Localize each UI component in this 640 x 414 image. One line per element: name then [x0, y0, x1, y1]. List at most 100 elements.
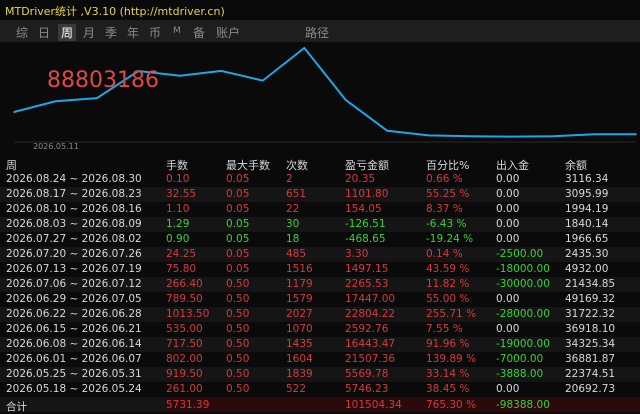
cell-pnl: 20.35 [345, 173, 376, 185]
cell-balance: 49169.32 [565, 293, 616, 305]
cell-balance: 36918.10 [565, 323, 616, 335]
cell-pnl: 154.05 [345, 203, 382, 215]
column-header-0[interactable]: 周 [6, 157, 17, 173]
cell-lots: 1013.50 [166, 308, 210, 320]
cell-pnl: -126.51 [345, 218, 386, 230]
cell-flow: 0.00 [496, 323, 520, 335]
balance-point-8 [344, 99, 347, 101]
table-row[interactable]: 2026.06.08 ~ 2026.06.14 717.50 0.50 1435 164… [0, 337, 640, 352]
cell-flow: -3888.00 [496, 368, 544, 380]
column-header-2[interactable]: 最大手数 [226, 157, 270, 173]
column-header-5[interactable]: 百分比% [426, 157, 469, 173]
cell-balance: 21434.85 [565, 278, 616, 290]
menu-item-6[interactable]: 币 [149, 24, 161, 41]
balance-point-10 [427, 134, 430, 137]
cell-pnl: 1497.15 [345, 263, 389, 275]
menu-item-7[interactable]: M [173, 26, 181, 36]
cell-lots: 802.00 [166, 353, 203, 365]
cell-flow: 0.00 [496, 173, 520, 185]
cell-max: 0.05 [226, 248, 250, 260]
cell-max: 0.50 [226, 353, 250, 365]
title-bar: MTDriver统计 ,V3.10 (http://mtdriver.cn) [0, 0, 640, 20]
table-row[interactable]: 2026.08.03 ~ 2026.08.09 1.29 0.05 30 -126.51… [0, 217, 640, 232]
cell-week: 2026.07.20 ~ 2026.07.26 [6, 248, 142, 260]
table-row[interactable]: 2026.07.20 ~ 2026.07.26 24.25 0.05 485 3.30 0… [0, 247, 640, 262]
cell-max: 0.50 [226, 338, 250, 350]
cell-week: 2026.06.01 ~ 2026.06.07 [6, 353, 142, 365]
cell-week: 2026.07.27 ~ 2026.08.02 [6, 233, 142, 245]
table-row[interactable]: 2026.06.15 ~ 2026.06.21 535.00 0.50 1070 259… [0, 322, 640, 337]
cell-pct: 255.71 % [426, 308, 477, 320]
balance-point-5 [220, 70, 223, 72]
cell-lots: 919.50 [166, 368, 203, 380]
cell-pct: -6.43 % [426, 218, 467, 230]
table-row[interactable]: 2026.06.22 ~ 2026.06.28 1013.50 0.50 2027 22… [0, 307, 640, 322]
cell-lots: 75.80 [166, 263, 197, 275]
cell-lots: 1.10 [166, 203, 190, 215]
table-row[interactable]: 2026.05.25 ~ 2026.05.31 919.50 0.50 1839 556… [0, 367, 640, 382]
cell-max: 0.05 [226, 233, 250, 245]
cell-flow: 0.00 [496, 293, 520, 305]
cell-lots: 24.25 [166, 248, 197, 260]
cell-count: 18 [286, 233, 300, 245]
total-pnl: 101504.34 [345, 399, 402, 411]
balance-point-14 [593, 133, 596, 136]
menu-item-2[interactable]: 周 [58, 24, 77, 41]
cell-pct: 55.00 % [426, 293, 470, 305]
cell-max: 0.05 [226, 173, 250, 185]
menu-item-10[interactable]: 路径 [305, 24, 329, 41]
cell-lots: 535.00 [166, 323, 203, 335]
cell-pct: 7.55 % [426, 323, 463, 335]
balance-chart [0, 42, 640, 154]
menu-item-4[interactable]: 季 [105, 24, 117, 41]
column-header-4[interactable]: 盈亏金额 [345, 157, 389, 173]
menu-item-9[interactable]: 账户 [216, 24, 240, 41]
cell-count: 2027 [286, 308, 313, 320]
table-row[interactable]: 2026.07.27 ~ 2026.08.02 0.90 0.05 18 -468.65… [0, 232, 640, 247]
cell-week: 2026.07.06 ~ 2026.07.12 [6, 278, 142, 290]
table-row[interactable]: 2026.06.29 ~ 2026.07.05 789.50 0.50 1579 174… [0, 292, 640, 307]
cell-pct: 33.14 % [426, 368, 470, 380]
cell-balance: 4932.00 [565, 263, 609, 275]
total-row: 合计 5731.39 101504.34 765.30 % -98388.00 [0, 398, 640, 413]
table-row[interactable]: 2026.08.17 ~ 2026.08.23 32.55 0.05 651 1101.… [0, 187, 640, 202]
column-header-6[interactable]: 出入金 [496, 157, 529, 173]
cell-flow: -30000.00 [496, 278, 550, 290]
menu-item-0[interactable]: 综 [16, 24, 28, 41]
cell-max: 0.50 [226, 383, 250, 395]
cell-pct: 11.82 % [426, 278, 470, 290]
cell-count: 651 [286, 188, 307, 200]
cell-pnl: 16443.47 [345, 338, 396, 350]
cell-max: 0.05 [226, 203, 250, 215]
column-header-7[interactable]: 余额 [565, 157, 587, 173]
cell-balance: 31722.32 [565, 308, 616, 320]
cell-count: 1179 [286, 278, 313, 290]
table-row[interactable]: 2026.08.10 ~ 2026.08.16 1.10 0.05 22 154.05 8… [0, 202, 640, 217]
table-row[interactable]: 2026.08.24 ~ 2026.08.30 0.10 0.05 2 20.35 0.6… [0, 172, 640, 187]
cell-count: 1579 [286, 293, 313, 305]
x-tick-label: 2026.05.11 [33, 142, 79, 151]
table-row[interactable]: 2026.07.13 ~ 2026.07.19 75.80 0.05 1516 1497… [0, 262, 640, 277]
total-lots: 5731.39 [166, 399, 210, 411]
cell-lots: 0.10 [166, 173, 190, 185]
cell-balance: 1966.65 [565, 233, 609, 245]
cell-week: 2026.08.10 ~ 2026.08.16 [6, 203, 142, 215]
cell-count: 1516 [286, 263, 313, 275]
balance-point-11 [469, 135, 471, 138]
cell-pnl: 22804.22 [345, 308, 396, 320]
cell-flow: -28000.00 [496, 308, 550, 320]
cell-week: 2026.08.24 ~ 2026.08.30 [6, 173, 142, 185]
menu-item-3[interactable]: 月 [83, 24, 95, 41]
cell-balance: 20692.73 [565, 383, 616, 395]
menu-item-8[interactable]: 备 [193, 24, 205, 41]
table-row[interactable]: 2026.06.01 ~ 2026.06.07 802.00 0.50 1604 215… [0, 352, 640, 367]
balance-point-6 [262, 79, 264, 82]
menu-item-1[interactable]: 日 [38, 24, 50, 41]
table-row[interactable]: 2026.05.18 ~ 2026.05.24 261.00 0.50 522 5746… [0, 382, 640, 397]
menu-item-5[interactable]: 年 [127, 24, 139, 41]
cell-pnl: 17447.00 [345, 293, 396, 305]
column-header-1[interactable]: 手数 [166, 157, 188, 173]
cell-max: 0.50 [226, 278, 250, 290]
table-row[interactable]: 2026.07.06 ~ 2026.07.12 266.40 0.50 1179 226… [0, 277, 640, 292]
column-header-3[interactable]: 次数 [286, 157, 308, 173]
